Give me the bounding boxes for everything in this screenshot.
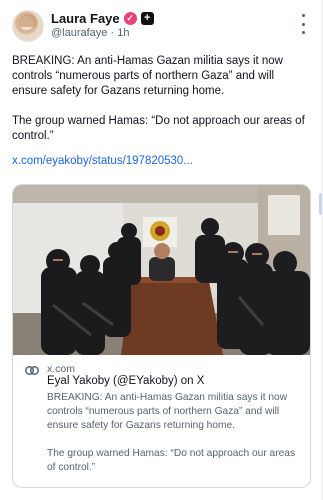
post-paragraph: The group warned Hamas: “Do not approach…: [12, 115, 305, 142]
post: Laura Faye ✓ + @laurafaye · 1h BREAKING:…: [0, 0, 323, 500]
more-dot-icon: [301, 31, 305, 34]
link-preview-card[interactable]: x.com Eyal Yakoby (@EYakoby) on X BREAKI…: [12, 184, 311, 488]
post-link[interactable]: x.com/eyakoby/status/197820530...: [12, 155, 193, 167]
separator: ·: [110, 27, 115, 39]
card-description-paragraph: The group warned Hamas: “Do not approach…: [47, 448, 296, 473]
more-dot-icon: [301, 22, 305, 26]
more-dot-icon: [301, 14, 305, 17]
scrollbar-thumb[interactable]: [319, 193, 322, 215]
author-avatar[interactable]: [12, 10, 44, 42]
card-title[interactable]: Eyal Yakoby (@EYakoby) on X: [47, 375, 204, 387]
verified-check-icon: ✓: [123, 11, 137, 25]
author-handle[interactable]: @laurafaye: [51, 27, 107, 39]
post-body: BREAKING: An anti-Hamas Gazan militia sa…: [12, 54, 312, 159]
link-icon: [25, 366, 39, 375]
plus-icon: +: [140, 11, 154, 25]
post-paragraph: BREAKING: An anti-Hamas Gazan militia sa…: [12, 55, 283, 97]
author-display-name[interactable]: Laura Faye: [51, 11, 120, 26]
card-domain: x.com: [47, 363, 76, 375]
card-description-paragraph: BREAKING: An anti-Hamas Gazan militia sa…: [47, 392, 288, 431]
card-meta: x.com Eyal Yakoby (@EYakoby) on X BREAKI…: [13, 355, 310, 487]
preview-image[interactable]: [13, 185, 310, 355]
more-options-button[interactable]: [299, 14, 307, 34]
post-time[interactable]: 1h: [117, 27, 129, 39]
card-description: BREAKING: An anti-Hamas Gazan militia sa…: [47, 391, 303, 487]
author-name-row: Laura Faye ✓ +: [51, 10, 154, 26]
author-handle-row: @laurafaye · 1h: [51, 27, 129, 39]
